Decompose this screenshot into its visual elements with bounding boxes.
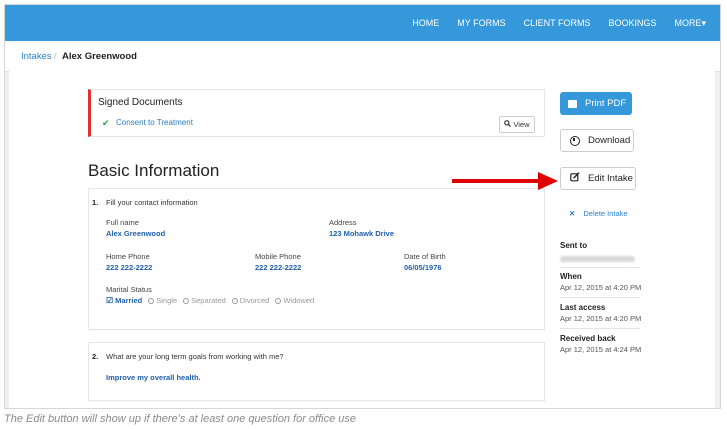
consent-document-link[interactable]: Consent to Treatment	[116, 118, 193, 127]
view-button[interactable]: View	[499, 116, 535, 133]
app-window: HOME MY FORMS CLIENT FORMS BOOKINGS MORE…	[4, 4, 721, 409]
edit-intake-button[interactable]: Edit Intake	[560, 167, 636, 190]
search-icon	[504, 120, 512, 129]
radio-label: Single	[156, 296, 178, 305]
caption: The Edit button will show up if there’s …	[4, 413, 356, 425]
radio-separated[interactable]: Separated	[183, 296, 226, 305]
radio-circle-icon	[275, 297, 282, 304]
edit-icon	[570, 172, 580, 185]
download-label: Download	[588, 135, 631, 146]
received-back-value: Apr 12, 2015 at 4:24 PM	[560, 345, 642, 354]
last-access-value: Apr 12, 2015 at 4:20 PM	[560, 314, 642, 323]
radio-divorced[interactable]: Divorced	[231, 296, 270, 305]
divider	[560, 267, 640, 268]
radio-circle-icon	[148, 297, 155, 304]
question-card-goals: 2. What are your long term goals from wo…	[88, 342, 545, 401]
breadcrumb-intakes[interactable]: Intakes	[21, 51, 52, 62]
when-label: When	[560, 272, 582, 281]
breadcrumb: Intakes / Alex Greenwood	[5, 41, 720, 72]
radio-married[interactable]: ☑ Married	[106, 296, 142, 305]
dob-label: Date of Birth	[404, 252, 446, 261]
received-back-label: Received back	[560, 334, 616, 343]
sent-to-label: Sent to	[560, 241, 588, 250]
goals-answer: Improve my overall health.	[106, 373, 201, 382]
nav-client-forms[interactable]: CLIENT FORMS	[524, 18, 591, 28]
arrow-right-icon	[452, 172, 558, 190]
question-number: 2.	[92, 352, 99, 361]
close-icon: ✕	[569, 209, 576, 218]
full-name-label: Full name	[106, 218, 139, 227]
dob-value: 06/05/1976	[404, 263, 442, 272]
nav-my-forms[interactable]: MY FORMS	[457, 18, 505, 28]
main-content: Signed Documents ✔ Consent to Treatment …	[9, 71, 715, 408]
radio-label: Widowed	[283, 296, 315, 305]
print-pdf-label: Print PDF	[585, 98, 627, 109]
signed-documents-panel: Signed Documents ✔ Consent to Treatment …	[88, 89, 545, 137]
print-icon	[568, 99, 577, 108]
check-icon: ✔	[102, 118, 110, 128]
download-button[interactable]: Download	[560, 129, 634, 152]
checkbox-checked-icon: ☑	[106, 296, 114, 305]
radio-widowed[interactable]: Widowed	[275, 296, 314, 305]
home-phone-label: Home Phone	[106, 252, 150, 261]
edit-intake-label: Edit Intake	[588, 173, 633, 184]
nav-more[interactable]: MORE▾	[674, 18, 706, 29]
view-label: View	[513, 120, 530, 129]
full-name-value: Alex Greenwood	[106, 229, 166, 238]
radio-label: Married	[115, 296, 143, 305]
radio-label: Divorced	[239, 296, 270, 305]
download-icon	[570, 135, 580, 146]
question-text: Fill your contact information	[106, 198, 198, 207]
breadcrumb-separator: /	[54, 51, 57, 62]
divider	[560, 297, 640, 298]
radio-circle-icon	[231, 297, 238, 304]
radio-label: Separated	[191, 296, 226, 305]
marital-status-options: ☑ Married Single Separated Divorced Wido…	[106, 296, 320, 305]
nav-home[interactable]: HOME	[412, 18, 439, 28]
divider	[560, 328, 640, 329]
question-card-contact: 1. Fill your contact information Full na…	[88, 188, 545, 330]
address-label: Address	[329, 218, 357, 227]
when-value: Apr 12, 2015 at 4:20 PM	[560, 283, 642, 292]
breadcrumb-current: Alex Greenwood	[62, 51, 137, 62]
home-phone-value: 222 222-2222	[106, 263, 153, 272]
mobile-phone-label: Mobile Phone	[255, 252, 301, 261]
print-pdf-button[interactable]: Print PDF	[560, 92, 632, 115]
address-value: 123 Mohawk Drive	[329, 229, 395, 238]
radio-single[interactable]: Single	[148, 296, 177, 305]
nav-menu: HOME MY FORMS CLIENT FORMS BOOKINGS MORE…	[394, 5, 706, 41]
delete-intake-label: Delete Intake	[583, 209, 628, 218]
signed-documents-title: Signed Documents	[98, 97, 183, 108]
marital-status-label: Marital Status	[106, 285, 152, 294]
radio-circle-icon	[183, 297, 190, 304]
question-number: 1.	[92, 198, 99, 207]
top-navbar: HOME MY FORMS CLIENT FORMS BOOKINGS MORE…	[5, 5, 720, 41]
mobile-phone-value: 222 222-2222	[255, 263, 302, 272]
redacted-email	[560, 256, 635, 262]
last-access-label: Last access	[560, 303, 606, 312]
nav-bookings[interactable]: BOOKINGS	[608, 18, 656, 28]
question-text: What are your long term goals from worki…	[106, 352, 284, 361]
section-title: Basic Information	[88, 161, 220, 180]
delete-intake-link[interactable]: ✕ Delete Intake	[569, 209, 628, 218]
